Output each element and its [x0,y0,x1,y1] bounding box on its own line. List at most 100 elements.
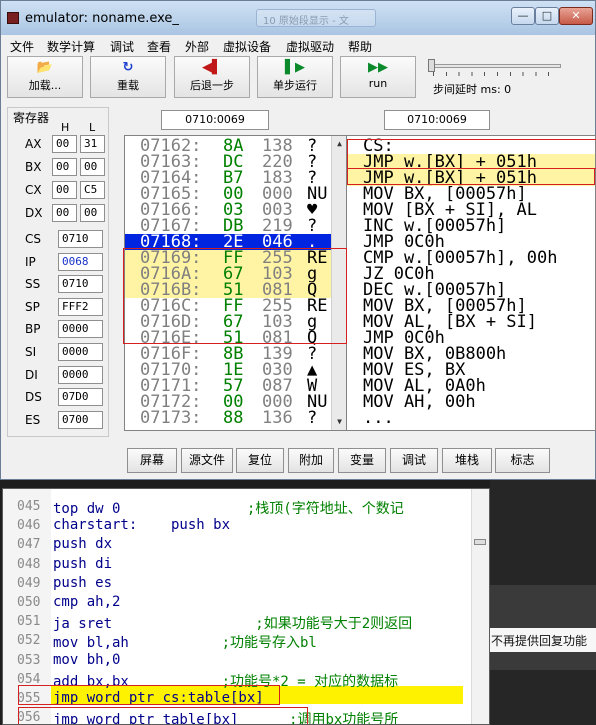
toolbar: 📂 加载... ↻ 重载 ◀▌ 后退一步 ▌▶ 单步运行 ▶▶ run 步间延时… [1,56,595,100]
vars-button[interactable]: 变量 [338,448,386,473]
register-cx-l[interactable]: C5 [80,181,105,199]
reset-button[interactable]: 复位 [236,448,284,473]
maximize-button[interactable]: □ [535,7,559,25]
step-delay-slider-thumb[interactable] [428,59,435,72]
high-byte-header: H [61,121,70,134]
menu-virtual-devices[interactable]: 虚拟设备 [223,38,271,55]
source-editor[interactable]: 045 top dw 0 ;栈顶(字符地址、个数记 046 charstart: pu… [2,488,490,725]
view-buttons: 屏幕 源文件 复位 附加 变量 调试 堆栈 标志 [1,448,595,474]
line-number: 054 [17,671,41,687]
register-label-ax: AX [25,137,42,151]
register-sp[interactable]: FFF2 [58,297,103,316]
code-text: mov bl,ah [53,635,129,652]
flags-button[interactable]: 标志 [495,448,550,473]
register-label-ds: DS [25,390,42,405]
code-line[interactable]: charstart: push bx [53,517,230,533]
memory-ch: ? [307,408,318,428]
single-step-icon: ▌▶ [285,60,305,75]
register-label-si: SI [25,345,37,359]
code-comment: ;栈顶(字符地址、个数记 [120,501,404,517]
step-delay-slider[interactable] [433,64,561,68]
register-bx-l[interactable]: 00 [80,158,105,176]
step-delay-label: 步间延时 ms: 0 [433,83,512,96]
minimize-button[interactable]: — [511,7,535,25]
register-ax-h[interactable]: 00 [52,135,77,153]
menu-bar: 文件 数学计算 调试 查看 外部 虚拟设备 虚拟驱动 帮助 [1,36,595,54]
register-dx-l[interactable]: 00 [80,204,105,222]
editor-scroll-thumb[interactable] [474,539,486,545]
code-line[interactable]: mov bl,ah ;功能号存入bl [53,632,317,652]
memory-row[interactable]: 07173: 88 136? [125,408,347,428]
single-step-label: 单步运行 [273,79,317,92]
register-cx-h[interactable]: 00 [52,181,77,199]
line-number: 047 [17,537,41,553]
slider-ticks [433,72,561,76]
app-icon [7,12,19,24]
reload-button[interactable]: ↻ 重载 [90,56,166,98]
disassembly-address-input[interactable]: 0710:0069 [384,110,490,130]
register-ds[interactable]: 07D0 [58,388,103,407]
aux-button[interactable]: 附加 [288,448,334,473]
menu-math[interactable]: 数学计算 [47,38,95,55]
line-number: 056 [17,710,41,725]
code-text: cmp ah,2 [53,594,121,610]
disassembly-row[interactable]: ... [347,410,595,427]
code-line[interactable]: push dx [53,536,112,552]
run-button[interactable]: ▶▶ run [340,56,416,98]
register-label-sp: SP [25,299,40,314]
code-text: add bx,bx [53,673,129,690]
memory-address-input[interactable]: 0710:0069 [161,110,269,130]
close-button[interactable]: ✕ [559,7,593,25]
scroll-down-icon[interactable]: ▼ [332,414,347,430]
menu-virtual-drives[interactable]: 虚拟驱动 [286,38,334,55]
register-label-bp: BP [25,322,41,337]
register-bx-h[interactable]: 00 [52,158,77,176]
menu-debug[interactable]: 调试 [110,38,134,55]
load-button[interactable]: 📂 加载... [7,56,83,98]
register-ip[interactable]: 0068 [58,252,103,271]
register-bp[interactable]: 0000 [58,320,103,339]
stack-button[interactable]: 堆栈 [442,448,492,473]
code-line[interactable]: push es [53,575,112,591]
code-text: jmp word ptr table[bx] [53,712,239,725]
disassembly-view[interactable]: CS: JMP w.[BX] + 051h JMP w.[BX] + 051h MOV… [346,135,596,431]
scroll-up-icon[interactable]: ▲ [332,136,347,152]
menu-external[interactable]: 外部 [185,38,209,55]
step-back-button[interactable]: ◀▌ 后退一步 [174,56,250,98]
registers-title: 寄存器 [11,109,52,126]
register-ax-l[interactable]: 31 [80,135,105,153]
register-di[interactable]: 0000 [58,365,103,384]
menu-help[interactable]: 帮助 [348,38,372,55]
code-line[interactable]: cmp ah,2 [53,594,120,610]
code-line[interactable]: top dw 0 ;栈顶(字符地址、个数记 [53,498,404,518]
code-text: push es [53,574,113,591]
code-line[interactable]: jmp word ptr table[bx] ;调用bx功能号所 [53,709,398,725]
register-si[interactable]: 0000 [58,343,103,361]
register-label-cx: CX [25,183,42,197]
code-line[interactable]: jmp word ptr cs:table[bx] [53,690,264,706]
register-es[interactable]: 0700 [58,410,103,429]
single-step-button[interactable]: ▌▶ 单步运行 [257,56,333,98]
source-button[interactable]: 源文件 [181,448,233,473]
code-line[interactable]: add bx,bx ;功能号*2 = 对应的数据标 [53,671,398,691]
menu-file[interactable]: 文件 [10,38,34,55]
memory-view[interactable]: 07162: 8A 138? 07163: DC 220? 07164: B7 183? 0716… [124,135,348,431]
memory-hex: 88 [223,408,244,428]
folder-open-icon: 📂 [36,60,54,75]
line-number: 050 [17,595,41,610]
debug-button[interactable]: 调试 [390,448,438,473]
register-ss[interactable]: 0710 [58,275,103,294]
register-dx-h[interactable]: 00 [52,204,77,222]
register-cs[interactable]: 0710 [58,230,103,248]
editor-scrollbar[interactable] [471,489,489,724]
code-line[interactable]: ja sret ;如果功能号大于2则返回 [53,613,412,633]
menu-view[interactable]: 查看 [147,38,171,55]
code-line[interactable]: push di [53,556,112,572]
screen-button[interactable]: 屏幕 [127,448,177,473]
code-text: jmp word ptr cs:table[bx] [53,690,264,706]
line-number: 045 [17,499,41,514]
code-text: ja sret [53,616,113,633]
title-bar[interactable]: emulator: noname.exe_ 10 原始段显示 - 文 — □ ✕ [1,1,595,35]
memory-scrollbar[interactable]: ▲ ▼ [331,136,347,430]
code-line[interactable]: mov bh,0 [53,652,120,668]
